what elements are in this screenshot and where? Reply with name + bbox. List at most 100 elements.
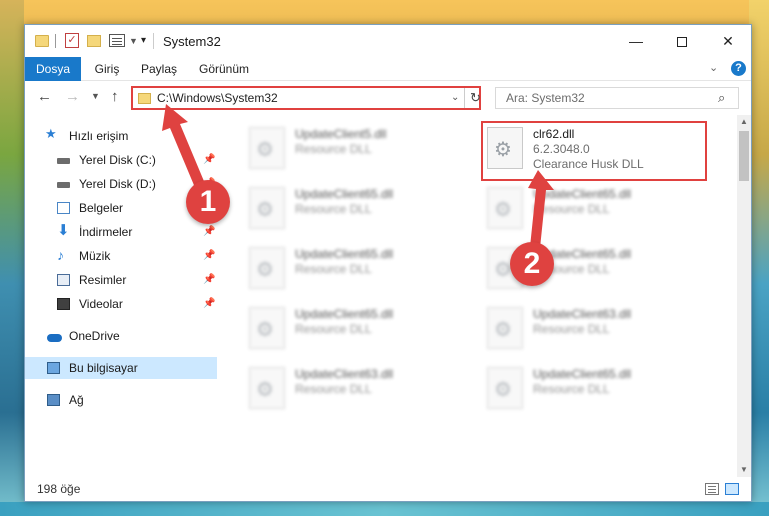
minimize-button[interactable]: — bbox=[613, 25, 659, 57]
navigation-pane: ★ Hızlı erişim Yerel Disk (C:) 📌 Yerel D… bbox=[25, 115, 219, 477]
sidebar-item-label: Videolar bbox=[79, 297, 123, 311]
pictures-icon bbox=[57, 274, 70, 286]
star-icon: ★ bbox=[45, 126, 57, 141]
dll-file-icon: ⚙ bbox=[249, 367, 285, 409]
details-view-icon[interactable] bbox=[705, 483, 719, 495]
file-item[interactable]: ⚙ UpdateClient65.dll Resource DLL bbox=[483, 363, 711, 415]
file-name: UpdateClient65.dll bbox=[295, 307, 394, 321]
pin-icon: 📌 bbox=[203, 250, 216, 261]
step-1-badge: 1 bbox=[186, 180, 230, 224]
new-folder-icon[interactable] bbox=[87, 35, 101, 47]
file-item[interactable]: ⚙ UpdateClient65.dll Resource DLL bbox=[483, 183, 711, 235]
up-arrow-icon[interactable]: ↑ bbox=[111, 88, 119, 105]
tab-view[interactable]: Görünüm bbox=[193, 57, 255, 81]
expand-ribbon-icon[interactable]: ⌄ bbox=[709, 61, 718, 74]
sidebar-item-downloads[interactable]: ⬇ İndirmeler 📌 bbox=[25, 221, 217, 243]
scroll-up-icon[interactable]: ▲ bbox=[740, 117, 748, 126]
file-item[interactable]: ⚙ UpdateClient63.dll Resource DLL bbox=[483, 303, 711, 355]
dll-file-icon: ⚙ bbox=[487, 307, 523, 349]
sidebar-item-label: Bu bilgisayar bbox=[69, 361, 138, 375]
sidebar-item-label: OneDrive bbox=[69, 329, 120, 343]
sidebar-item-label: İndirmeler bbox=[79, 225, 133, 239]
file-item[interactable]: ⚙ UpdateClient65.dll Resource DLL bbox=[245, 303, 473, 355]
file-name: UpdateClient63.dll bbox=[533, 307, 632, 321]
properties-icon[interactable] bbox=[109, 34, 125, 47]
help-icon[interactable]: ? bbox=[731, 61, 746, 76]
sidebar-item-label: Belgeler bbox=[79, 201, 124, 215]
large-icons-view-icon[interactable] bbox=[725, 483, 739, 495]
folder-icon bbox=[138, 93, 151, 104]
properties-check-icon[interactable]: ✓ bbox=[65, 33, 79, 48]
file-explorer-window: ✓ ▼ ▾ System32 — ✕ Dosya Giriş Paylaş Gö… bbox=[24, 24, 752, 502]
drive-icon bbox=[57, 158, 70, 164]
file-name: UpdateClient65.dll bbox=[533, 367, 632, 381]
tab-home[interactable]: Giriş bbox=[87, 57, 127, 81]
file-name: UpdateClient5.dll bbox=[295, 127, 387, 141]
file-type: Resource DLL bbox=[295, 382, 372, 396]
file-type: Resource DLL bbox=[295, 202, 372, 216]
file-type: Resource DLL bbox=[295, 142, 372, 156]
sidebar-item-pictures[interactable]: Resimler 📌 bbox=[25, 269, 217, 291]
sidebar-item-this-pc[interactable]: Bu bilgisayar bbox=[25, 357, 217, 379]
file-item[interactable]: ⚙ UpdateClient5.dll Resource DLL bbox=[245, 123, 473, 175]
desktop-background-right bbox=[749, 0, 769, 516]
file-item[interactable]: ⚙ UpdateClient65.dll Resource DLL bbox=[245, 183, 473, 235]
sidebar-item-label: Müzik bbox=[79, 249, 111, 263]
ribbon-tabs: Dosya Giriş Paylaş Görünüm ⌄ ? bbox=[25, 57, 751, 81]
address-divider bbox=[464, 88, 465, 108]
sidebar-item-label: Yerel Disk (C:) bbox=[79, 153, 156, 167]
computer-icon bbox=[47, 362, 60, 374]
search-icon[interactable]: ⌕ bbox=[718, 90, 725, 106]
maximize-button[interactable] bbox=[659, 25, 705, 57]
pin-icon: 📌 bbox=[203, 226, 216, 237]
tab-share[interactable]: Paylaş bbox=[137, 57, 181, 81]
forward-arrow-icon[interactable]: → bbox=[65, 88, 80, 105]
search-input[interactable]: Ara: System32 ⌕ bbox=[495, 87, 739, 109]
sidebar-item-label: Resimler bbox=[79, 273, 127, 287]
address-path[interactable]: C:\Windows\System32 bbox=[157, 91, 278, 105]
file-highlight-box bbox=[481, 121, 707, 181]
address-bar[interactable]: C:\Windows\System32 ⌄ ↻ bbox=[131, 86, 481, 110]
sidebar-item-music[interactable]: ♪ Müzik 📌 bbox=[25, 245, 217, 267]
sidebar-item-quick-access[interactable]: ★ Hızlı erişim bbox=[25, 125, 217, 147]
documents-icon bbox=[57, 202, 70, 214]
file-type: Resource DLL bbox=[533, 382, 610, 396]
desktop-background-left bbox=[0, 0, 24, 516]
folder-icon bbox=[35, 35, 49, 47]
sidebar-item-network[interactable]: Ağ bbox=[25, 389, 217, 411]
dll-file-icon: ⚙ bbox=[249, 247, 285, 289]
quick-access-arrow-icon[interactable]: ▾ bbox=[141, 35, 146, 51]
search-placeholder: Ara: System32 bbox=[506, 91, 585, 105]
address-dropdown-icon[interactable]: ⌄ bbox=[451, 92, 459, 103]
dll-file-icon: ⚙ bbox=[487, 367, 523, 409]
dll-file-icon: ⚙ bbox=[249, 127, 285, 169]
sidebar-item-onedrive[interactable]: OneDrive bbox=[25, 325, 217, 347]
window-title: System32 bbox=[163, 34, 221, 49]
pin-icon: 📌 bbox=[203, 154, 216, 165]
customize-toolbar-dropdown-icon[interactable]: ▼ bbox=[129, 36, 138, 52]
sidebar-item-label: Hızlı erişim bbox=[69, 129, 129, 143]
dll-file-icon: ⚙ bbox=[249, 187, 285, 229]
scrollbar-thumb[interactable] bbox=[739, 131, 749, 181]
scroll-down-icon[interactable]: ▼ bbox=[740, 465, 748, 474]
pin-icon: 📌 bbox=[203, 274, 216, 285]
desktop-background-bottom bbox=[0, 502, 769, 516]
vertical-scrollbar[interactable]: ▲ ▼ bbox=[737, 115, 751, 477]
sidebar-item-local-disk-c[interactable]: Yerel Disk (C:) 📌 bbox=[25, 149, 217, 171]
file-item[interactable]: ⚙ UpdateClient65.dll Resource DLL bbox=[245, 243, 473, 295]
file-name: UpdateClient65.dll bbox=[533, 187, 632, 201]
file-item[interactable]: ⚙ UpdateClient63.dll Resource DLL bbox=[245, 363, 473, 415]
tab-file[interactable]: Dosya bbox=[25, 57, 81, 81]
network-icon bbox=[47, 394, 60, 406]
close-button[interactable]: ✕ bbox=[705, 25, 751, 57]
status-bar: 198 öğe bbox=[25, 477, 751, 501]
dll-file-icon: ⚙ bbox=[487, 187, 523, 229]
title-bar: ✓ ▼ ▾ System32 — ✕ bbox=[25, 25, 751, 57]
back-arrow-icon[interactable]: ← bbox=[37, 88, 52, 105]
file-name: UpdateClient65.dll bbox=[295, 187, 394, 201]
sidebar-item-videos[interactable]: Videolar 📌 bbox=[25, 293, 217, 315]
pin-icon: 📌 bbox=[203, 298, 216, 309]
refresh-icon[interactable]: ↻ bbox=[470, 90, 481, 106]
file-type: Resource DLL bbox=[533, 322, 610, 336]
recent-locations-dropdown-icon[interactable]: ▼ bbox=[91, 91, 100, 101]
